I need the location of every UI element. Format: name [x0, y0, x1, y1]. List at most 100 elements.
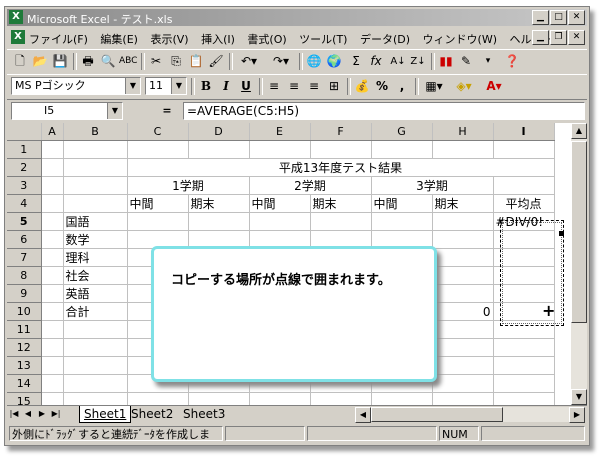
- cell[interactable]: [310, 212, 372, 231]
- row-header-11[interactable]: 11: [7, 320, 42, 339]
- cell[interactable]: 中間: [371, 194, 433, 213]
- scroll-up-icon[interactable]: ▲: [571, 123, 587, 139]
- cell[interactable]: [41, 356, 64, 375]
- workbook-icon[interactable]: X: [11, 30, 25, 44]
- cell[interactable]: [249, 140, 311, 159]
- term-header-cell[interactable]: 2学期: [249, 176, 372, 195]
- menu-file[interactable]: ファイル(F): [29, 31, 88, 47]
- redo-icon[interactable]: ↷▾: [267, 53, 295, 70]
- percent-button[interactable]: %: [373, 78, 391, 95]
- format-painter-icon[interactable]: 🖌: [207, 53, 225, 70]
- cell[interactable]: [41, 320, 64, 339]
- cell[interactable]: [493, 356, 555, 375]
- menu-window[interactable]: ウィンドウ(W): [423, 31, 497, 47]
- menu-insert[interactable]: 挿入(I): [201, 31, 235, 47]
- underline-button[interactable]: U: [237, 78, 255, 95]
- borders-icon[interactable]: ▦▾: [421, 78, 447, 95]
- row-header-4[interactable]: 4: [7, 194, 42, 213]
- new-document-icon[interactable]: 🗋: [11, 53, 29, 70]
- chart-wizard-icon[interactable]: ▮▮: [437, 53, 455, 70]
- cell[interactable]: [432, 374, 494, 393]
- cell[interactable]: [63, 338, 128, 357]
- maximize-button[interactable]: □: [550, 10, 567, 25]
- scroll-down-icon[interactable]: ▼: [571, 389, 587, 405]
- cell[interactable]: [432, 320, 494, 339]
- cell[interactable]: [493, 374, 555, 393]
- row-header-2[interactable]: 2: [7, 158, 42, 177]
- print-icon[interactable]: 🖶: [79, 53, 97, 70]
- column-header-i[interactable]: I: [493, 123, 555, 141]
- align-left-icon[interactable]: ≡: [265, 78, 283, 95]
- row-header-5[interactable]: 5: [7, 212, 42, 231]
- cell[interactable]: [432, 230, 494, 249]
- cell[interactable]: [63, 176, 128, 195]
- cell[interactable]: 数学: [63, 230, 128, 249]
- autosum-icon[interactable]: Σ: [347, 53, 365, 70]
- row-header-6[interactable]: 6: [7, 230, 42, 249]
- cell[interactable]: 理科: [63, 248, 128, 267]
- font-size-select[interactable]: 11 ▼: [145, 77, 187, 95]
- row-header-10[interactable]: 10: [7, 302, 42, 321]
- menu-format[interactable]: 書式(O): [247, 31, 286, 47]
- bold-button[interactable]: B: [197, 78, 215, 95]
- select-all-corner[interactable]: [7, 123, 42, 141]
- cell[interactable]: [127, 212, 189, 231]
- prev-sheet-icon[interactable]: ◀: [23, 408, 33, 420]
- cell[interactable]: [371, 212, 433, 231]
- horizontal-scroll-thumb[interactable]: [371, 407, 503, 422]
- doc-restore-button[interactable]: ❐: [550, 30, 567, 45]
- cell[interactable]: [432, 392, 494, 405]
- sheet-tab-sheet3[interactable]: Sheet3: [179, 406, 229, 422]
- cell[interactable]: [63, 392, 128, 405]
- function-icon[interactable]: fx: [367, 53, 385, 70]
- paste-icon[interactable]: 📋: [187, 53, 205, 70]
- cell[interactable]: [41, 248, 64, 267]
- cell[interactable]: [41, 230, 64, 249]
- row-header-13[interactable]: 13: [7, 356, 42, 375]
- chevron-down-icon[interactable]: ▼: [171, 78, 186, 94]
- fill-handle[interactable]: [559, 231, 564, 236]
- open-folder-icon[interactable]: 📂: [31, 53, 49, 70]
- doc-close-button[interactable]: ✕: [568, 30, 585, 45]
- menu-data[interactable]: データ(D): [360, 31, 410, 47]
- column-header-e[interactable]: E: [249, 123, 311, 141]
- cell[interactable]: [432, 284, 494, 303]
- cell[interactable]: [41, 176, 64, 195]
- cell[interactable]: [41, 338, 64, 357]
- undo-icon[interactable]: ↶▾: [235, 53, 263, 70]
- sheet-tab-sheet1[interactable]: Sheet1: [79, 406, 132, 423]
- align-right-icon[interactable]: ≡: [305, 78, 323, 95]
- scroll-left-icon[interactable]: ◀: [355, 407, 371, 423]
- cell[interactable]: [493, 140, 555, 159]
- equals-button[interactable]: =: [157, 102, 177, 120]
- cell[interactable]: [41, 266, 64, 285]
- cell[interactable]: [371, 140, 433, 159]
- excel-icon[interactable]: X: [9, 10, 23, 24]
- term-header-cell[interactable]: 1学期: [127, 176, 250, 195]
- cell[interactable]: [432, 212, 494, 231]
- cell[interactable]: [310, 140, 372, 159]
- cell[interactable]: [432, 266, 494, 285]
- currency-icon[interactable]: 💰: [353, 78, 371, 95]
- column-header-f[interactable]: F: [310, 123, 372, 141]
- cell[interactable]: [41, 302, 64, 321]
- cell[interactable]: [493, 392, 555, 405]
- spelling-icon[interactable]: ABC: [119, 53, 137, 70]
- cell[interactable]: [432, 140, 494, 159]
- cell[interactable]: [493, 338, 555, 357]
- fill-color-icon[interactable]: ◈▾: [451, 78, 477, 95]
- cell[interactable]: [41, 212, 64, 231]
- column-header-g[interactable]: G: [371, 123, 433, 141]
- cell[interactable]: 期末: [188, 194, 250, 213]
- sort-ascending-icon[interactable]: A↓: [389, 53, 407, 70]
- cell[interactable]: [249, 212, 311, 231]
- term-header-cell[interactable]: 3学期: [371, 176, 494, 195]
- next-sheet-icon[interactable]: ▶: [37, 408, 47, 420]
- cell[interactable]: 平均点: [493, 194, 555, 213]
- row-header-15[interactable]: 15: [7, 392, 42, 405]
- column-header-h[interactable]: H: [432, 123, 494, 141]
- print-preview-icon[interactable]: 🔍: [99, 53, 117, 70]
- vertical-scroll-thumb[interactable]: [571, 141, 587, 323]
- font-color-icon[interactable]: A▾: [481, 78, 507, 95]
- cell[interactable]: [371, 392, 433, 405]
